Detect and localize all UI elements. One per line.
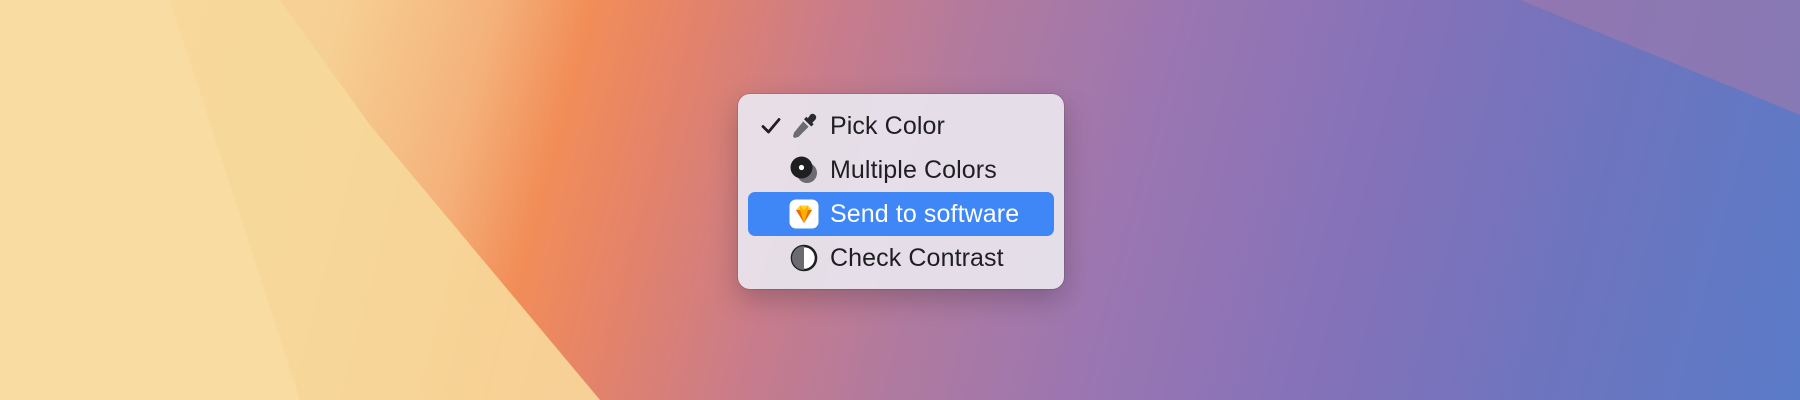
multiple-colors-icon	[788, 154, 820, 186]
checkmark-icon	[754, 117, 788, 135]
sketch-app-icon	[788, 198, 820, 230]
menu-item-label: Check Contrast	[830, 243, 1004, 272]
menu-item-check-contrast[interactable]: Check Contrast	[748, 236, 1054, 280]
menu-item-label: Pick Color	[830, 111, 945, 140]
desktop: Pick Color Multiple Colors Send to softw…	[0, 0, 1800, 400]
menu-item-send-to-software[interactable]: Send to software	[748, 192, 1054, 236]
menu-item-label: Multiple Colors	[830, 155, 997, 184]
menu-item-label: Send to software	[830, 199, 1020, 228]
context-menu: Pick Color Multiple Colors Send to softw…	[738, 94, 1064, 289]
eyedropper-icon	[788, 110, 820, 142]
contrast-icon	[788, 242, 820, 274]
menu-item-pick-color[interactable]: Pick Color	[748, 104, 1054, 148]
menu-item-multiple-colors[interactable]: Multiple Colors	[748, 148, 1054, 192]
